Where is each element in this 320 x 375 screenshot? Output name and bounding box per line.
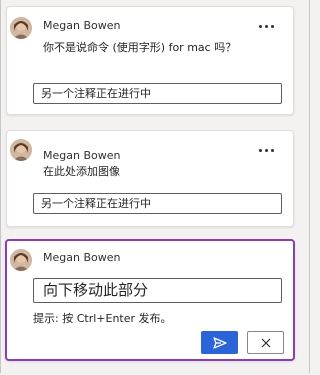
comment-author: Megan Bowen [43, 251, 121, 264]
comment-author: Megan Bowen [43, 149, 121, 162]
avatar [10, 139, 32, 161]
more-options-button[interactable] [259, 145, 277, 155]
ellipsis-icon [259, 148, 262, 152]
post-hint: 提示: 按 Ctrl+Enter 发布。 [33, 312, 172, 325]
avatar [10, 249, 32, 271]
close-icon [261, 338, 270, 347]
new-comment-card: Megan Bowen 向下移动此部分 提示: 按 Ctrl+Enter 发布。 [5, 239, 295, 361]
comment-author: Megan Bowen [43, 19, 121, 32]
comment-card: Megan Bowen 在此处添加图像 另一个注释正在进行中 [6, 130, 294, 227]
comments-pane: Megan Bowen 你不是说命令 (使用字形) for mac 吗？ 另一个… [0, 0, 310, 373]
more-options-button[interactable] [259, 21, 277, 31]
comment-text: 在此处添加图像 [43, 165, 120, 178]
avatar [10, 17, 32, 39]
send-button[interactable] [201, 331, 238, 354]
reply-field[interactable]: 另一个注释正在进行中 [33, 193, 282, 214]
comment-text: 你不是说命令 (使用字形) for mac 吗？ [43, 41, 237, 54]
send-icon [212, 336, 227, 349]
reply-field[interactable]: 另一个注释正在进行中 [33, 83, 282, 104]
ellipsis-icon [259, 24, 262, 28]
comment-editor[interactable]: 向下移动此部分 [33, 278, 282, 303]
comment-card: Megan Bowen 你不是说命令 (使用字形) for mac 吗？ 另一个… [6, 6, 294, 115]
cancel-button[interactable] [247, 331, 284, 354]
